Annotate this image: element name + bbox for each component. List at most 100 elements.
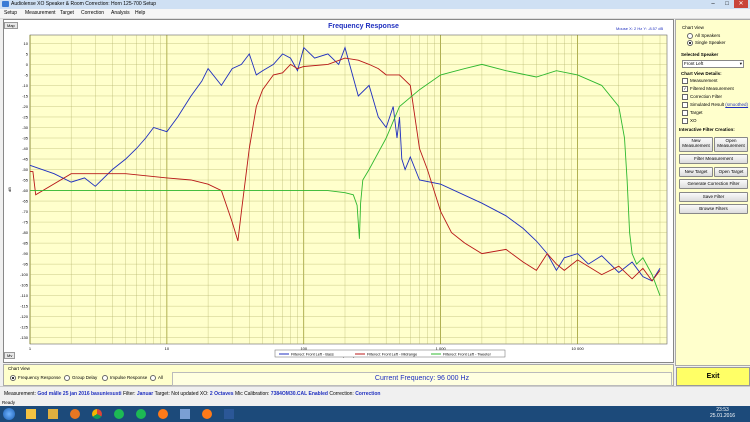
y-tick-label: -55: [22, 178, 29, 183]
minimize-button[interactable]: –: [706, 0, 720, 8]
y-tick-label: 0: [26, 62, 29, 67]
app-icon: [2, 1, 9, 7]
interactive-title: Interactive Filter Creation:: [679, 127, 735, 132]
menu-help[interactable]: Help: [135, 10, 145, 16]
y-tick-label: -125: [20, 325, 29, 330]
y-tick-label: -130: [20, 335, 29, 340]
ready-status: Ready: [2, 400, 16, 405]
check-icon: ✓: [682, 86, 688, 92]
x-tick-label: 10: [165, 346, 170, 351]
app-icon-taskbar[interactable]: [180, 409, 190, 419]
open-target-button[interactable]: Open Target: [714, 167, 748, 177]
x-tick-label: 1: [29, 346, 32, 351]
radio-impulse-response[interactable]: Impulse Response: [102, 375, 147, 381]
generate-correction-button[interactable]: Generate Correction Filter: [679, 179, 748, 189]
checkbox-simulated-result[interactable]: Simulated Result (smoothed): [682, 102, 748, 108]
y-tick-label: -65: [22, 199, 29, 204]
y-tick-label: -110: [20, 293, 28, 298]
bottom-chart-view-title: Chart View: [8, 366, 30, 371]
menu-target[interactable]: Target: [60, 10, 74, 16]
y-tick-label: -60: [22, 188, 29, 193]
mouse-readout: Mouse X: 2 Hz Y: -8.57 dB: [616, 26, 664, 31]
explorer-icon[interactable]: [26, 409, 36, 419]
y-tick-label: -10: [22, 83, 29, 88]
y-tick-label: -30: [22, 125, 29, 130]
taskbar: 23:53 25.01.2016: [0, 406, 750, 422]
radio-all[interactable]: All: [150, 375, 163, 381]
clock[interactable]: 23:53 25.01.2016: [710, 407, 735, 419]
current-frequency: Current Frequency: 96 000 Hz: [172, 372, 672, 386]
filter-measurement-button[interactable]: Filter Measurement: [679, 154, 748, 164]
radio-all-speakers[interactable]: All Speakers: [687, 33, 720, 39]
mv-button[interactable]: Mv: [4, 352, 16, 359]
checkbox-filtered-measurement[interactable]: ✓ Filtered Measurement: [682, 86, 734, 92]
y-tick-label: -85: [22, 241, 29, 246]
folder-icon[interactable]: [48, 409, 58, 419]
radio-group-delay[interactable]: Group Delay: [64, 375, 97, 381]
legend-entry: Filtered: Front Left - Tweeter: [443, 353, 492, 357]
browse-filters-button[interactable]: Browse Filters: [679, 204, 748, 214]
open-measurement-button[interactable]: Open Measurement: [714, 137, 748, 152]
chart-view-title: Chart View: [682, 25, 704, 30]
side-panel: Chart View All Speakers Single Speaker S…: [675, 19, 750, 366]
legend-entry: Filtered: Front Left - Midrange: [367, 353, 417, 357]
radio-frequency-response[interactable]: Frequency Response: [10, 375, 61, 381]
y-tick-label: -25: [22, 114, 29, 119]
maximize-button[interactable]: □: [720, 0, 734, 8]
menu-analysis[interactable]: Analysis: [111, 10, 130, 16]
y-tick-label: -5: [24, 72, 28, 77]
y-tick-label: -115: [20, 304, 28, 309]
y-tick-label: -100: [20, 272, 29, 277]
chart-title: Frequency Response: [328, 23, 399, 30]
y-tick-label: -40: [22, 146, 29, 151]
status-line: Measurement: God målle 25 jan 2016 basun…: [4, 391, 381, 397]
media-icon[interactable]: [70, 409, 80, 419]
smoothed-link[interactable]: (smoothed): [725, 102, 748, 107]
map-button[interactable]: Map: [4, 22, 18, 29]
spotify-icon[interactable]: [114, 409, 124, 419]
y-tick-label: -35: [22, 136, 29, 141]
frequency-response-chart[interactable]: 10 5 0 -5 -10 -15 -20 -25 -30 -35 -40 -45 -50 -55 -60 -…: [3, 19, 672, 361]
y-tick-label: 10: [24, 41, 29, 46]
firefox-icon[interactable]: [158, 409, 168, 419]
y-tick-label: -120: [20, 314, 29, 319]
status-info-bar: Measurement: God målle 25 jan 2016 basun…: [0, 386, 750, 401]
window-title: Audiolense XO Speaker & Room Correction:…: [11, 1, 157, 7]
chrome-icon[interactable]: [92, 409, 102, 419]
checkbox-correction-filter[interactable]: Correction Filter: [682, 94, 722, 100]
y-tick-label: -50: [22, 167, 29, 172]
firefox-icon-2[interactable]: [202, 409, 212, 419]
new-measurement-button[interactable]: New Measurement: [679, 137, 713, 152]
y-tick-label: -95: [22, 262, 29, 267]
y-tick-label: -105: [20, 283, 29, 288]
close-button[interactable]: ✕: [734, 0, 748, 8]
y-tick-label: -15: [22, 93, 29, 98]
y-tick-label: -80: [22, 230, 29, 235]
y-tick-label: -45: [22, 157, 29, 162]
checkbox-target[interactable]: Target: [682, 110, 703, 116]
y-tick-label: -70: [22, 209, 29, 214]
y-tick-label: -75: [22, 220, 29, 225]
exit-button[interactable]: Exit: [676, 367, 750, 386]
chevron-down-icon: ▾: [739, 61, 742, 66]
start-icon[interactable]: [3, 408, 15, 420]
y-tick-label: -20: [22, 104, 29, 109]
speaker-select[interactable]: Front Left ▾: [682, 60, 744, 68]
new-target-button[interactable]: New Target: [679, 167, 713, 177]
radio-single-speaker[interactable]: Single Speaker: [687, 40, 726, 46]
y-tick-label: -90: [22, 251, 29, 256]
checkbox-measurement[interactable]: Measurement: [682, 78, 718, 84]
menu-setup[interactable]: Setup: [4, 10, 17, 16]
selected-speaker-title: Selected Speaker: [681, 52, 719, 57]
spotify-icon-2[interactable]: [136, 409, 146, 419]
details-title: Chart View Details:: [681, 71, 722, 76]
bottom-chart-view-panel: Chart View Frequency Response Group Dela…: [3, 364, 674, 386]
legend-entry: Filtered: Front Left - Bass: [291, 353, 334, 357]
menu-bar: Setup Measurement Target Correction Anal…: [0, 9, 750, 19]
menu-correction[interactable]: Correction: [81, 10, 104, 16]
save-filter-button[interactable]: Save Filter: [679, 192, 748, 202]
word-icon[interactable]: [224, 409, 234, 419]
y-tick-label: 5: [26, 51, 29, 56]
checkbox-xo[interactable]: XO: [682, 118, 697, 124]
menu-measurement[interactable]: Measurement: [25, 10, 56, 16]
